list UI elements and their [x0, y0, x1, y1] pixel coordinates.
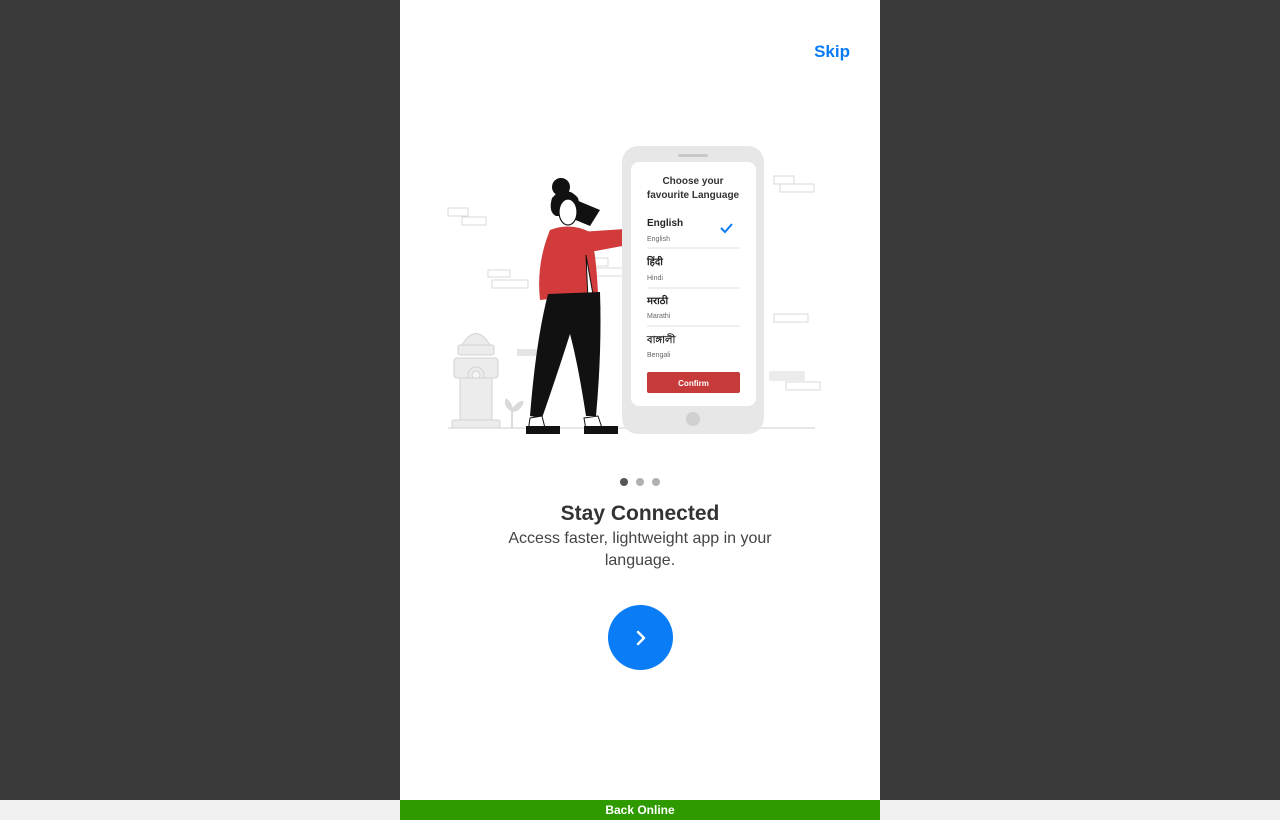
language-english: Marathi: [647, 313, 671, 320]
next-button[interactable]: [608, 605, 673, 670]
language-native: हिंदी: [646, 255, 663, 268]
phone-heading-line2: favourite Language: [647, 190, 740, 201]
confirm-label: Confirm: [678, 379, 709, 388]
phone-heading-line1: Choose your: [662, 176, 723, 187]
slide-subtitle: Access faster, lightweight app in your l…: [508, 530, 772, 569]
language-english: Hindi: [647, 275, 663, 282]
fire-hydrant-icon: [451, 333, 501, 429]
background-bar: [770, 372, 804, 380]
language-english: English: [647, 236, 670, 243]
skip-button[interactable]: Skip: [814, 42, 850, 62]
onboarding-panel: Skip Choose your favourite Language Engl…: [400, 0, 880, 800]
pager-dot-2[interactable]: [636, 478, 644, 486]
onboarding-illustration: Choose your favourite Language English E…: [447, 146, 821, 434]
language-native: English: [647, 218, 683, 229]
pager-dot-1[interactable]: [620, 478, 628, 486]
language-native: বাঙ্গালী: [646, 332, 676, 346]
pager-dot-3[interactable]: [652, 478, 660, 486]
pager-dots: [400, 478, 880, 486]
language-native: मराठी: [646, 294, 668, 307]
language-english: Bengali: [647, 352, 671, 359]
chevron-right-icon: [636, 630, 645, 645]
plant-icon: [504, 398, 524, 428]
connection-status-bar: Back Online: [400, 800, 880, 820]
slide-title: Stay Connected: [560, 502, 720, 525]
